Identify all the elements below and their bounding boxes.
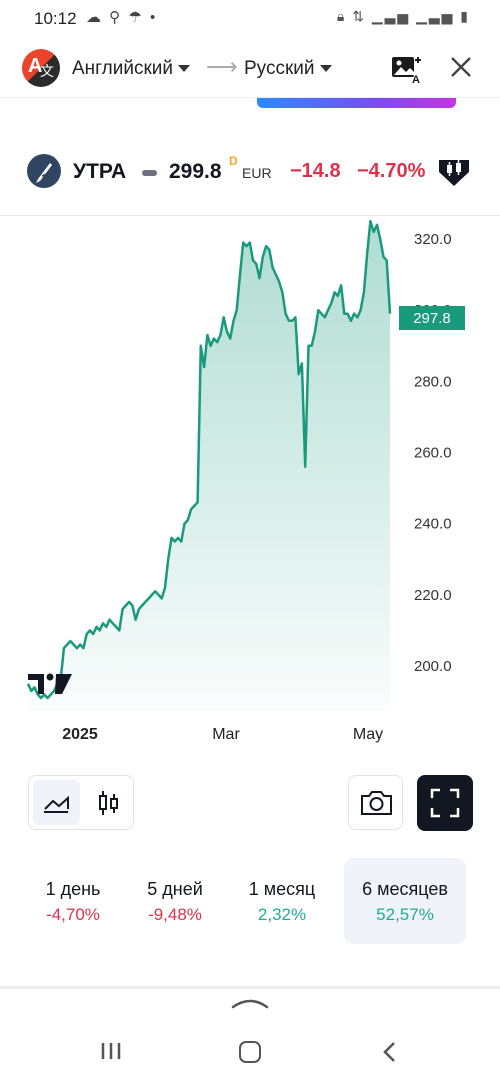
target-language-select[interactable]: Русский: [244, 58, 332, 80]
fullscreen-icon: [430, 788, 460, 818]
market-status-indicator: [142, 170, 157, 176]
recent-apps-icon[interactable]: [100, 1040, 122, 1062]
symbol-ticker: УТРА: [73, 160, 127, 183]
period-label: 5 дней: [147, 879, 203, 899]
period-change: 2,32%: [257, 905, 307, 924]
arrow-right-icon: ⟶: [206, 54, 238, 79]
symbol-price: 299.8: [169, 160, 222, 183]
target-language-label: Русский: [244, 58, 315, 79]
signal-icon: ▁▃▅: [371, 8, 411, 24]
period-change: -9,48%: [148, 905, 202, 924]
last-price-label: 297.8: [413, 310, 451, 327]
svg-text:A: A: [412, 74, 420, 84]
y-tick-label: 200.0: [414, 658, 452, 675]
symbol-logo: [27, 154, 61, 188]
source-language-select[interactable]: Английский: [72, 58, 191, 80]
chart-type-group: [28, 775, 134, 830]
symbol-header: УТРА 299.8 D EUR −14.8 −4.70%: [0, 140, 500, 202]
lock-icon: 🔒︎: [336, 8, 347, 24]
period-6-months[interactable]: 6 месяцев 52,57%: [344, 858, 466, 944]
period-label: 1 месяц: [248, 879, 316, 899]
x-tick-label: 2025: [62, 726, 98, 743]
status-system-icons: 🔒︎ ⇅ ▁▃▅ ▁▃▅ ▮: [337, 8, 470, 25]
symbol-change-percent: −4.70%: [357, 160, 426, 182]
signal-icon: ▁▃▅: [416, 8, 455, 24]
y-tick-label: 220.0: [414, 587, 452, 604]
status-bar: 10:12 ☁ ⚲ ☂ • 🔒︎ ⇅ ▁▃▅ ▁▃▅ ▮: [0, 0, 500, 38]
battery-icon: ▮: [460, 8, 470, 24]
symbol-change: −14.8: [290, 160, 341, 182]
fullscreen-button[interactable]: [417, 775, 473, 831]
home-icon[interactable]: [239, 1041, 261, 1063]
promo-banner-strip[interactable]: [257, 98, 456, 108]
camera-icon: [361, 791, 392, 815]
image-translate-icon[interactable]: A: [390, 54, 424, 84]
y-tick-label: 240.0: [414, 516, 452, 533]
snapshot-button[interactable]: [348, 775, 403, 830]
x-tick-label: Mar: [212, 726, 240, 743]
umbrella-icon: ☂: [128, 9, 144, 26]
y-tick-label: 280.0: [414, 373, 452, 390]
status-time: 10:12: [34, 9, 77, 28]
candlestick-button[interactable]: [86, 780, 131, 825]
search-icon: ⚲: [109, 9, 123, 26]
line-chart-button[interactable]: [33, 780, 80, 825]
y-tick-label: 260.0: [414, 445, 452, 462]
status-notification-icons: ☁ ⚲ ☂ •: [86, 8, 157, 26]
period-1-month[interactable]: 1 месяц 2,32%: [234, 858, 330, 944]
y-tick-label: 320.0: [414, 231, 452, 248]
period-1-day[interactable]: 1 день -4,70%: [20, 858, 126, 944]
symbol-currency: EUR: [242, 165, 272, 181]
drag-handle-icon[interactable]: [231, 996, 269, 1010]
dot-icon: •: [149, 9, 158, 26]
line-chart-icon: [44, 795, 69, 813]
delayed-data-badge: D: [229, 154, 238, 168]
period-selector: 1 день -4,70% 5 дней -9,48% 1 месяц 2,32…: [20, 858, 480, 944]
source-language-label: Английский: [72, 58, 174, 79]
chevron-down-icon: [178, 65, 191, 73]
data-icon: ⇅: [352, 8, 366, 24]
price-chart[interactable]: 320.0300.0280.0260.0240.0220.0200.0 2025…: [0, 216, 500, 756]
translate-logo-icon: A文: [22, 49, 60, 87]
chevron-down-icon: [319, 65, 332, 73]
period-label: 6 месяцев: [362, 879, 448, 899]
back-icon[interactable]: [380, 1040, 400, 1064]
tradingview-candle-icon[interactable]: [437, 152, 471, 188]
close-icon[interactable]: [448, 52, 474, 82]
period-5-days[interactable]: 5 дней -9,48%: [126, 858, 224, 944]
period-label: 1 день: [45, 879, 101, 899]
x-tick-label: May: [353, 726, 383, 743]
cloud-icon: ☁: [86, 9, 103, 26]
translate-bar: A文 Английский ⟶ Русский A: [0, 40, 500, 98]
system-nav-bar: [0, 1030, 500, 1083]
period-change: -4,70%: [46, 905, 100, 924]
period-change: 52,57%: [376, 905, 434, 924]
divider: [0, 986, 500, 989]
candlestick-icon: [99, 791, 118, 815]
